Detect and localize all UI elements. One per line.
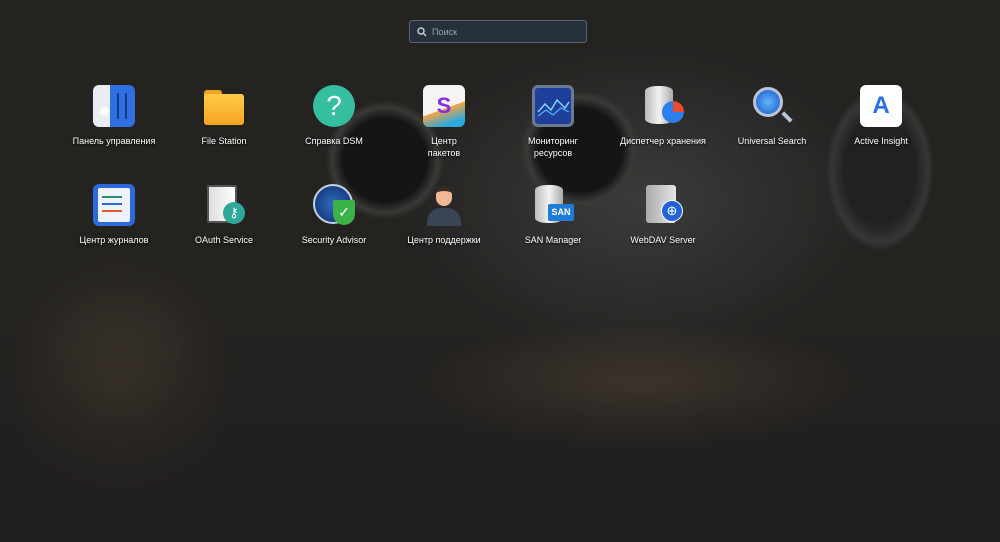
desktop-wallpaper — [0, 0, 1000, 542]
app-label: WebDAV Server — [630, 235, 696, 245]
folder-icon — [203, 85, 245, 127]
security-shield-icon: ✓ — [313, 184, 355, 226]
resource-monitor-icon — [532, 85, 574, 127]
support-agent-icon — [423, 184, 465, 226]
app-resource-monitor[interactable]: Мониторинг ресурсов — [498, 85, 608, 159]
san-manager-icon: SAN — [532, 184, 574, 226]
app-san-manager[interactable]: SAN SAN Manager — [498, 184, 608, 246]
app-label: Мониторинг ресурсов — [528, 136, 578, 158]
app-oauth-service[interactable]: ⚷ OAuth Service — [169, 184, 279, 246]
oauth-key-icon: ⚷ — [203, 184, 245, 226]
app-label: Security Advisor — [301, 235, 367, 245]
app-label: Active Insight — [854, 136, 908, 146]
search-input[interactable]: Поиск — [409, 20, 587, 43]
app-security-advisor[interactable]: ✓ Security Advisor — [279, 184, 389, 246]
app-webdav-server[interactable]: ⊕ WebDAV Server — [608, 184, 718, 246]
app-label: Панель управления — [72, 136, 156, 146]
app-label: Центр пакетов — [427, 136, 461, 158]
app-universal-search[interactable]: Universal Search — [717, 85, 827, 147]
app-label: SAN Manager — [524, 235, 582, 245]
app-package-center[interactable]: S Центр пакетов — [389, 85, 499, 159]
app-label: Центр поддержки — [407, 235, 481, 245]
app-active-insight[interactable]: A Active Insight — [826, 85, 936, 147]
app-label: Центр журналов — [79, 235, 149, 245]
log-center-icon — [93, 184, 135, 226]
package-center-icon: S — [423, 85, 465, 127]
magnifier-icon — [751, 85, 793, 127]
active-insight-icon: A — [860, 85, 902, 127]
webdav-globe-icon: ⊕ — [642, 184, 684, 226]
search-icon — [417, 26, 427, 36]
app-file-station[interactable]: File Station — [169, 85, 279, 147]
app-label: File Station — [201, 136, 247, 146]
app-label: Справка DSM — [305, 136, 363, 146]
app-control-panel[interactable]: Панель управления — [59, 85, 169, 147]
app-dsm-help[interactable]: ? Справка DSM — [279, 85, 389, 147]
app-label: Universal Search — [737, 136, 807, 146]
app-support-center[interactable]: Центр поддержки — [389, 184, 499, 246]
storage-manager-icon — [642, 85, 684, 127]
search-placeholder: Поиск — [432, 26, 457, 37]
app-label: OAuth Service — [194, 235, 254, 245]
app-log-center[interactable]: Центр журналов — [59, 184, 169, 246]
help-icon: ? — [313, 85, 355, 127]
control-panel-icon — [93, 85, 135, 127]
app-label: Диспетчер хранения — [620, 136, 706, 146]
san-badge: SAN — [548, 204, 574, 221]
app-storage-manager[interactable]: Диспетчер хранения — [608, 85, 718, 147]
